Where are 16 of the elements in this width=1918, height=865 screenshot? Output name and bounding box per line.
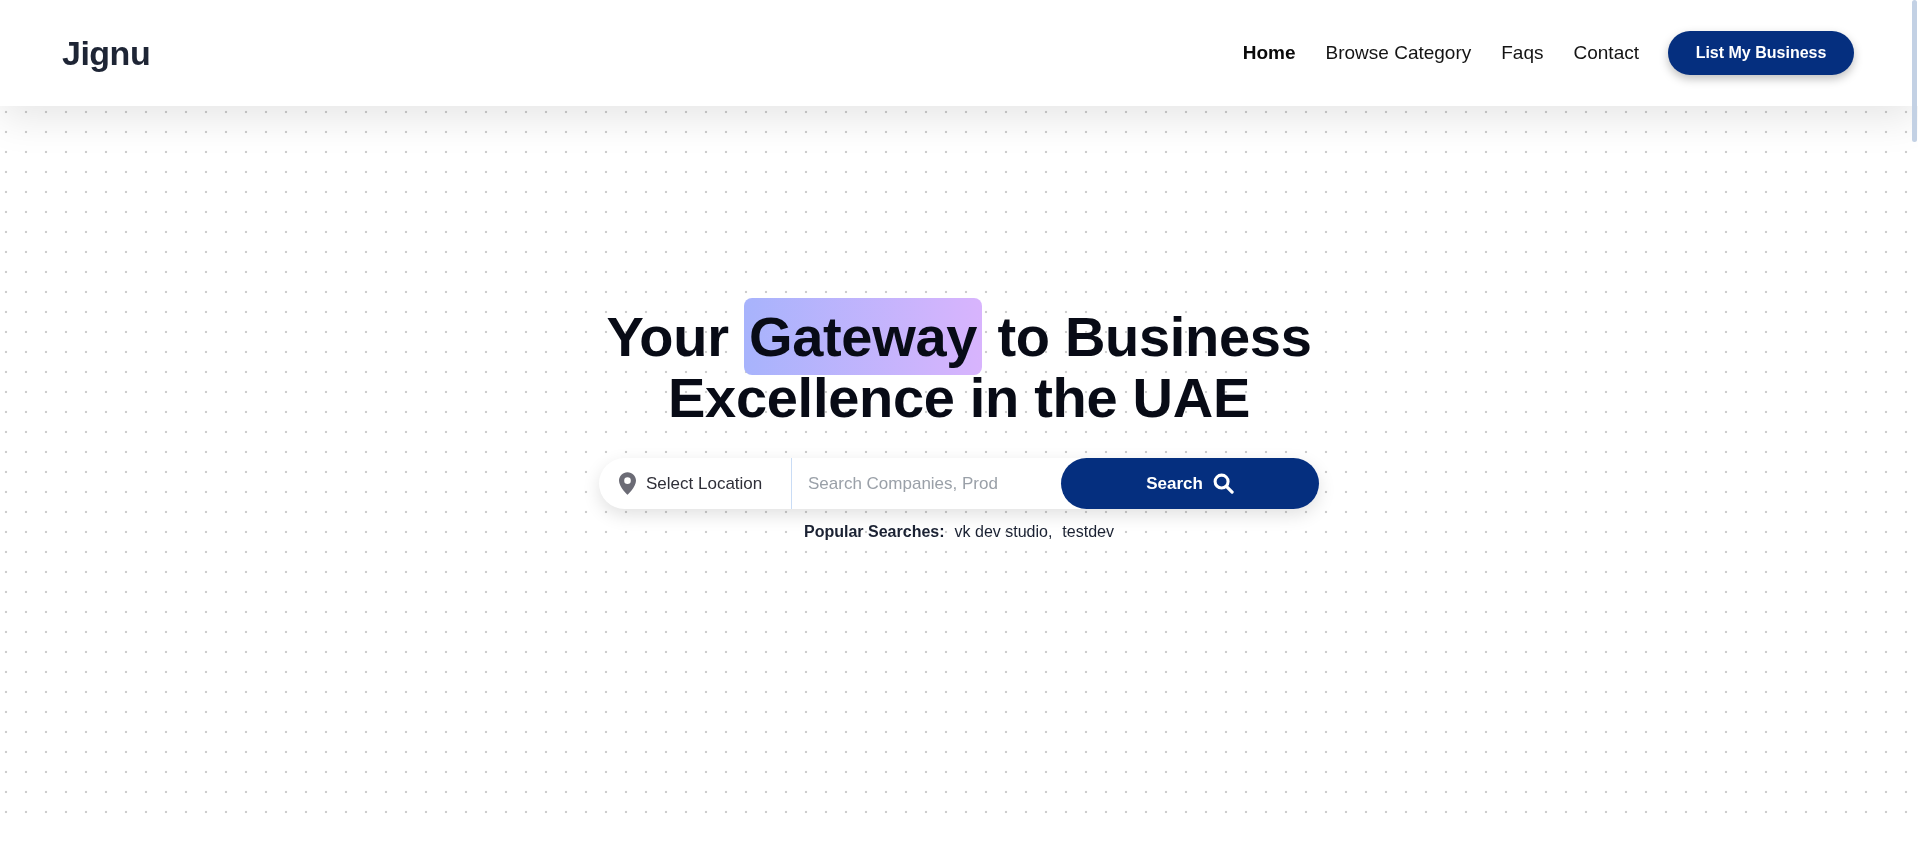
logo[interactable]: Jignu xyxy=(62,27,151,79)
nav-link[interactable]: Browse Category xyxy=(1325,38,1472,68)
search-icon xyxy=(1212,473,1234,494)
nav-link[interactable]: Contact xyxy=(1573,38,1639,68)
scrollbar-thumb[interactable] xyxy=(1912,0,1917,142)
hero-title: Your Gateway to Business Excellence in the UAE xyxy=(601,296,1317,430)
search-input[interactable]: Search Companies, Prod xyxy=(792,458,1061,509)
popular-search-link[interactable]: vk dev studio, xyxy=(954,520,1053,544)
nav-link[interactable]: Home xyxy=(1242,38,1296,68)
map-pin-icon xyxy=(619,472,636,495)
location-select[interactable]: Select Location xyxy=(599,458,792,509)
search-button[interactable]: Search xyxy=(1061,458,1319,509)
nav-link[interactable]: Faqs xyxy=(1501,38,1544,68)
popular-searches-label: Popular Searches: xyxy=(804,522,945,542)
popular-search-link[interactable]: testdev xyxy=(1062,520,1114,544)
list-business-button[interactable]: List My Business xyxy=(1668,31,1854,75)
